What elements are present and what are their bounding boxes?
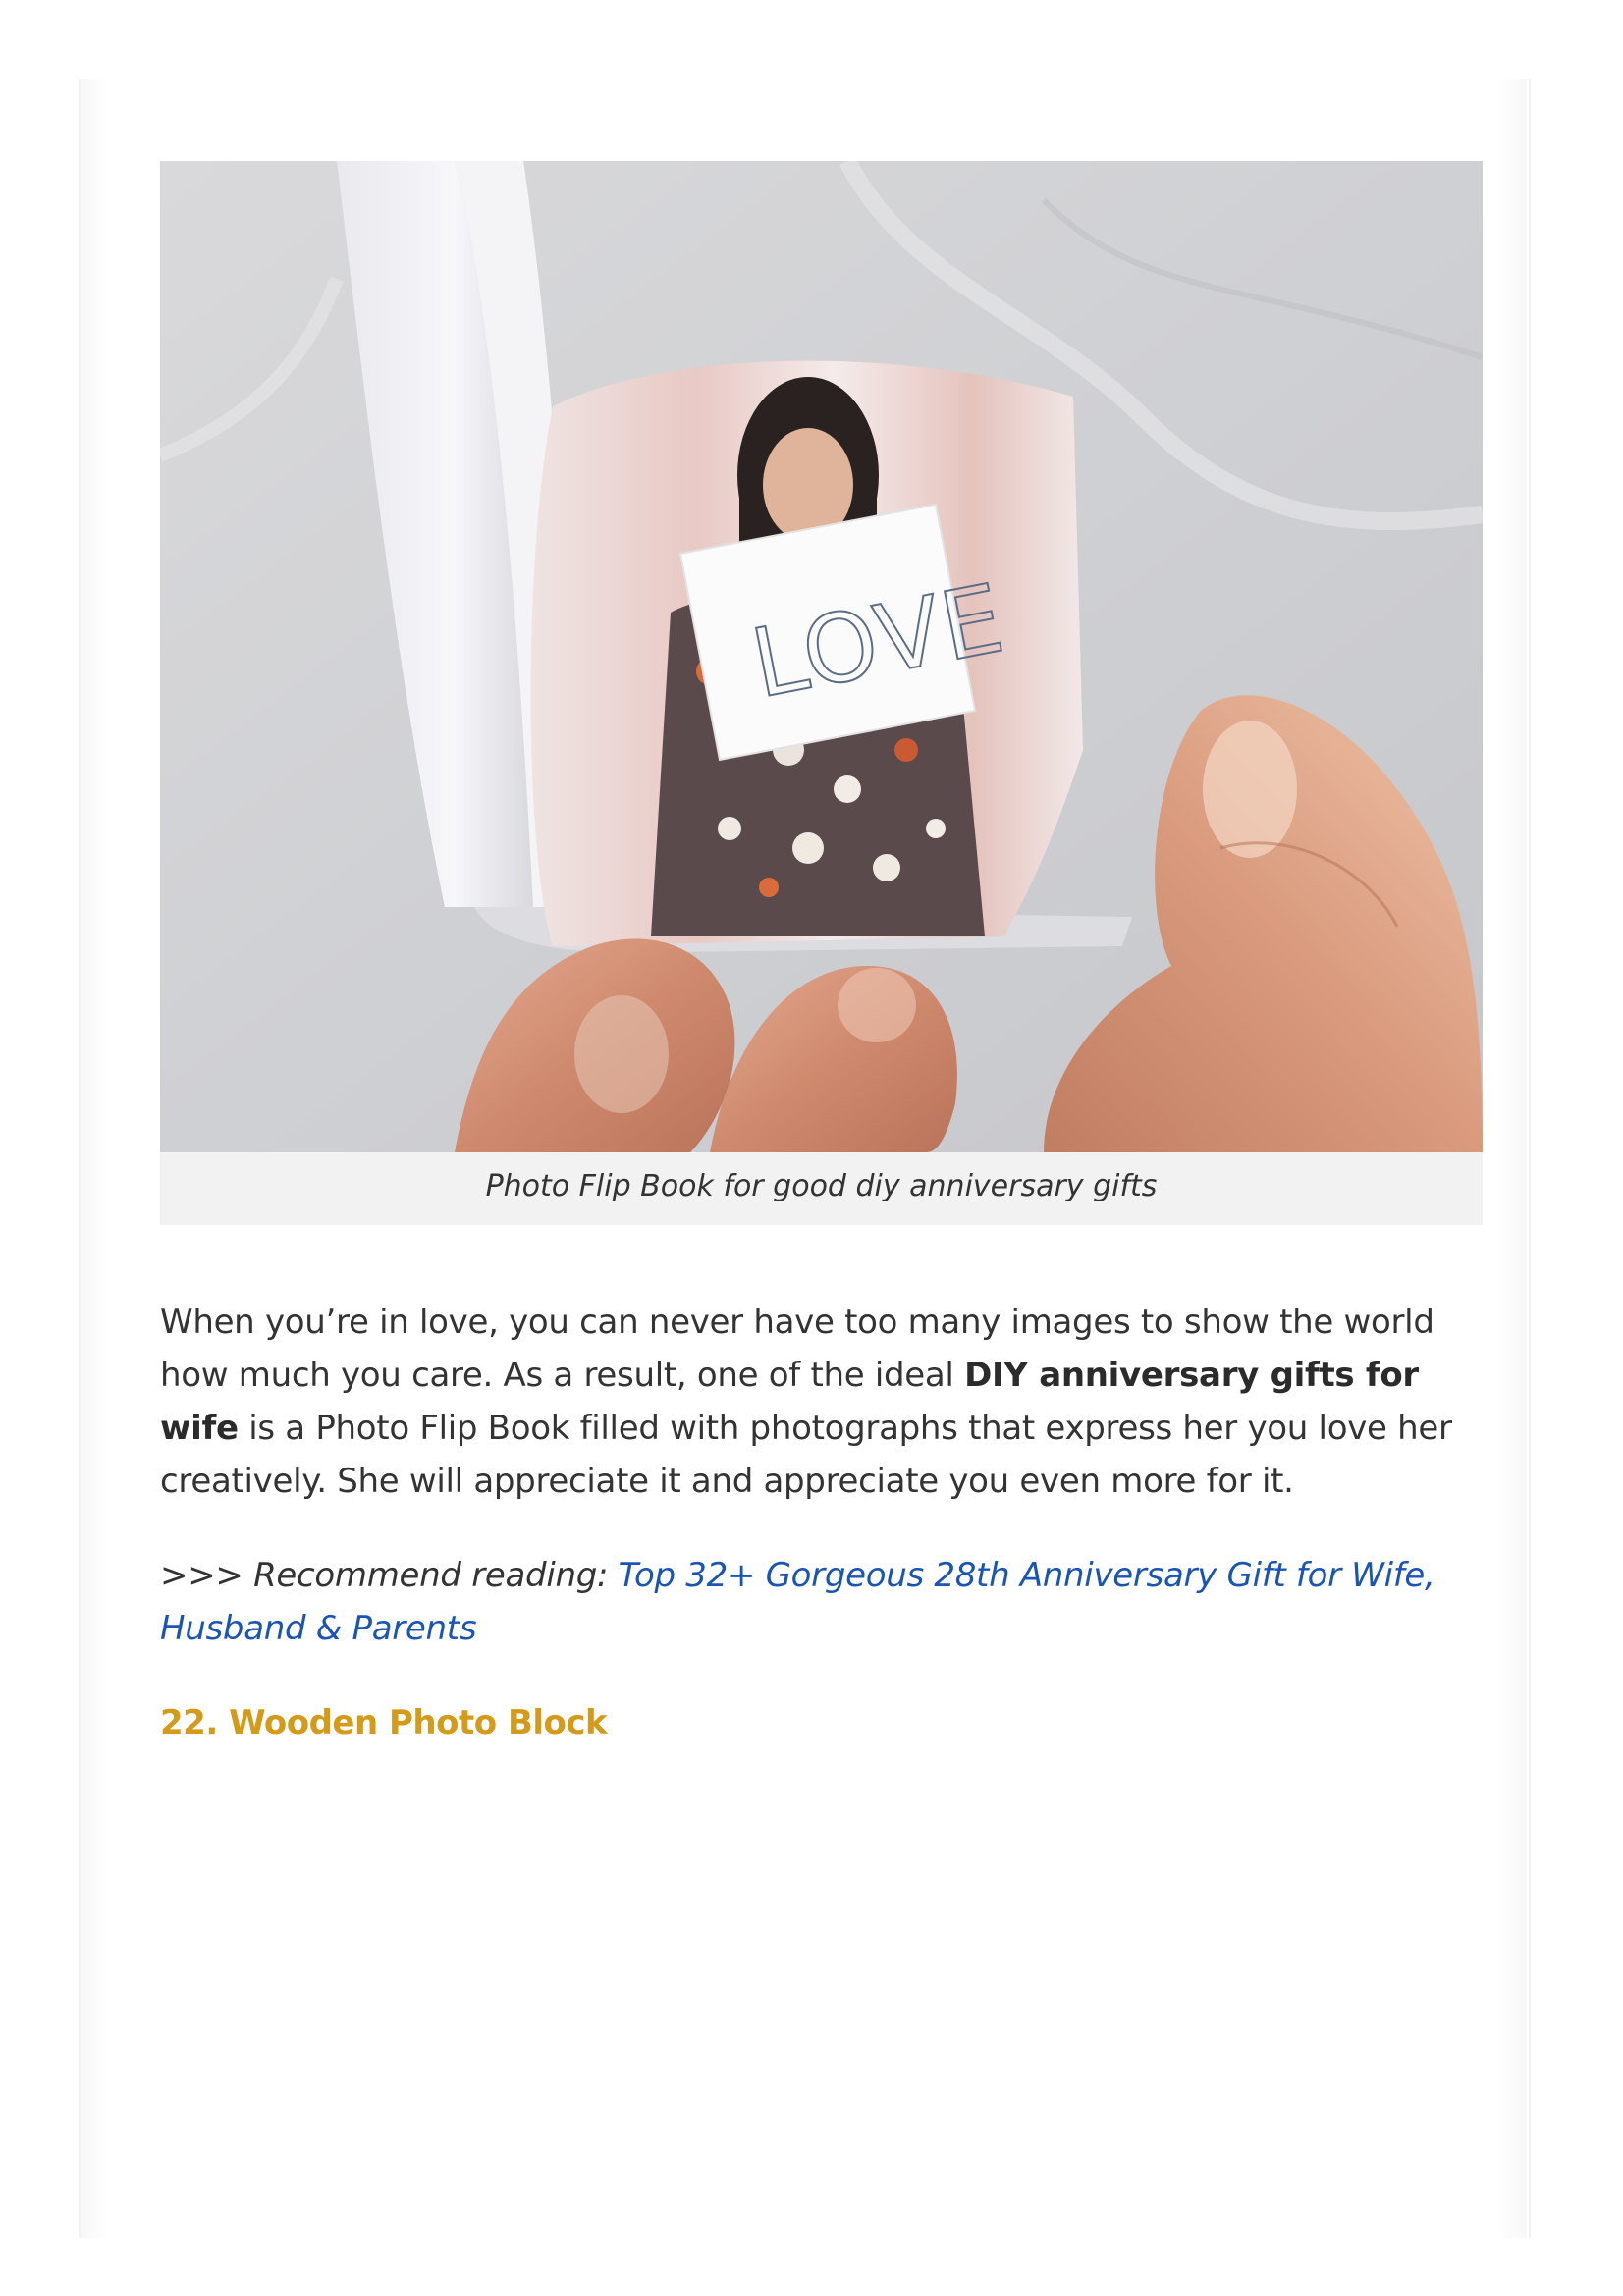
body-paragraph: When you’re in love, you can never have … [160,1296,1483,1508]
section-heading: 22. Wooden Photo Block [160,1703,608,1742]
page-shade-right [1497,79,1527,2238]
recommend-prefix: >>> Recommend reading: [160,1556,619,1595]
photo-flip-book-image: LOVE [160,161,1483,1152]
recommend-reading: >>> Recommend reading: Top 32+ Gorgeous … [160,1549,1483,1655]
paragraph-text-part-2: is a Photo Flip Book filled with photogr… [160,1409,1452,1501]
article-content: LOVE Photo Flip Book for good diy annive… [160,161,1483,1749]
photo-figure: LOVE Photo Flip Book for good diy annive… [160,161,1483,1225]
photo-caption: Photo Flip Book for good diy anniversary… [160,1152,1483,1225]
page-shade-left [81,79,110,2238]
